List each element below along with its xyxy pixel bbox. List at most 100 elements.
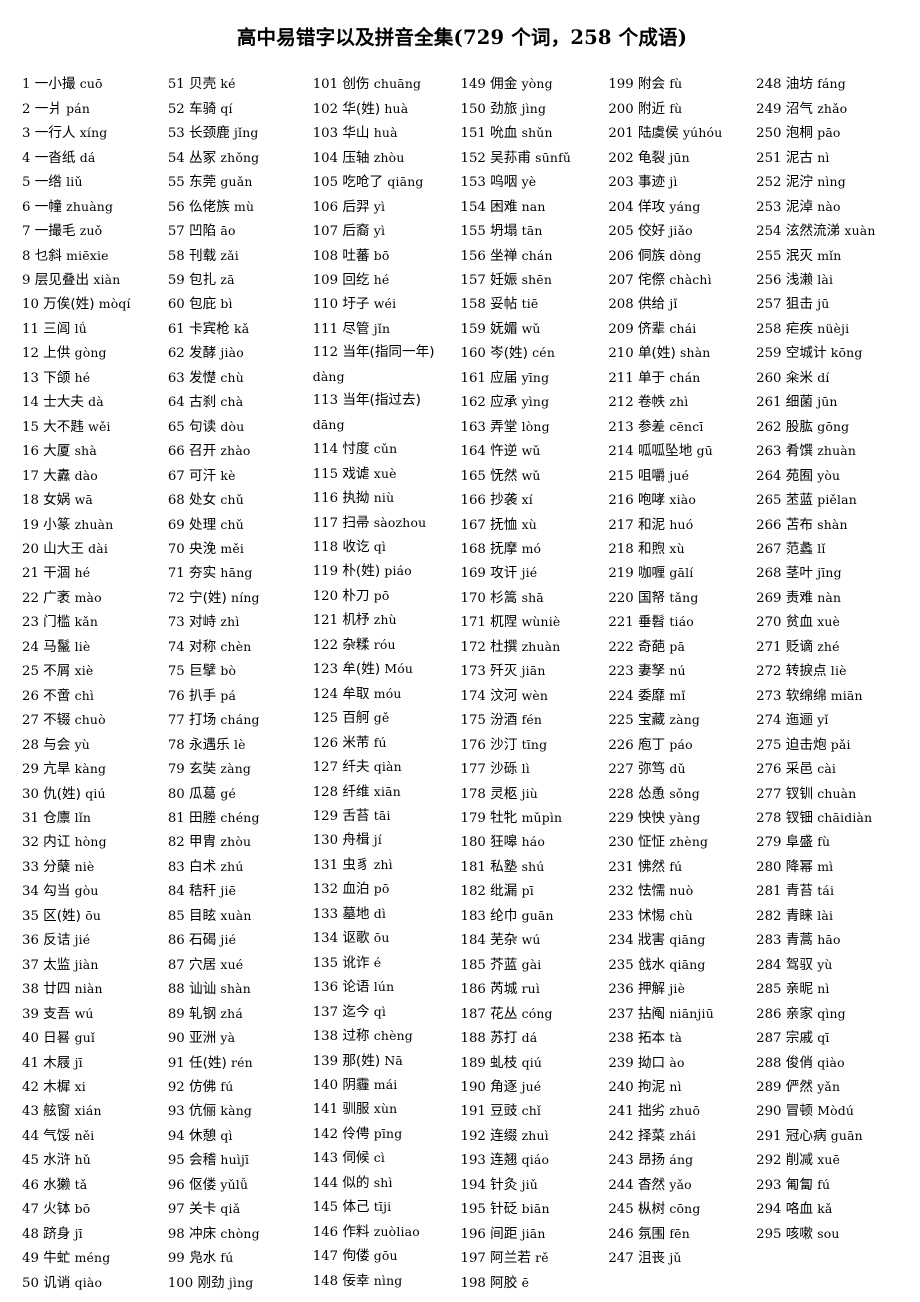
entry-word: 怵惕 xyxy=(637,907,666,924)
dictionary-entry: 108 吐蕃 bō xyxy=(313,244,457,268)
entry-number: 243 xyxy=(608,1153,634,1169)
entry-number: 110 xyxy=(312,297,339,313)
entry-word: 降幂 xyxy=(785,858,813,875)
dictionary-entry: 32 内讧 hòng xyxy=(22,830,164,854)
dictionary-entry: 281 青苔 tái xyxy=(756,879,898,903)
entry-number: 240 xyxy=(608,1079,634,1095)
dictionary-entry: 150 劲旅 jìng xyxy=(461,97,605,121)
entry-number: 254 xyxy=(756,224,782,240)
entry-number: 6 xyxy=(22,199,31,215)
dictionary-entry: 127 纤夫 qiàn xyxy=(313,755,457,779)
entry-word: 不屑 xyxy=(43,663,71,680)
entry-word: 抚摩 xyxy=(490,540,518,557)
entry-pinyin: tái xyxy=(817,883,835,899)
entry-word: 后裔 xyxy=(342,223,370,240)
entry-number: 163 xyxy=(460,419,486,435)
dictionary-entry: 101 创伤 chuāng xyxy=(313,72,457,96)
entry-pinyin: tà xyxy=(669,1030,683,1046)
entry-word: 石碣 xyxy=(189,932,217,949)
dictionary-entry: 164 忤逆 wǔ xyxy=(461,439,605,463)
dictionary-entry: 23 门槛 kǎn xyxy=(22,610,164,634)
entry-pinyin: yǎn xyxy=(817,1078,841,1094)
entry-number: 239 xyxy=(608,1055,634,1071)
entry-pinyin: mào xyxy=(74,589,102,605)
entry-pinyin: qī xyxy=(817,1030,830,1046)
entry-pinyin: guǐ xyxy=(74,1030,96,1046)
entry-pinyin: gōng xyxy=(817,418,850,434)
entry-pinyin: rén xyxy=(231,1054,253,1070)
entry-pinyin: xiè xyxy=(74,663,94,679)
entry-number: 227 xyxy=(608,762,634,778)
dictionary-entry: 84 秸秆 jiē xyxy=(168,879,309,903)
entry-pinyin: hǔ xyxy=(74,1152,91,1168)
entry-word: 弄堂 xyxy=(490,418,518,435)
entry-number: 195 xyxy=(460,1202,486,1218)
dictionary-entry: 250 泡桐 pāo xyxy=(756,121,898,145)
dictionary-entry: 213 参差 cēncī xyxy=(608,415,752,439)
dictionary-entry: 88 讪讪 shàn xyxy=(168,977,309,1001)
dictionary-entry: 128 纤维 xiān xyxy=(313,780,457,804)
dictionary-entry: 198 阿胶 ē xyxy=(461,1271,605,1295)
entry-word: 呜咽 xyxy=(490,174,518,191)
entry-word: 气馁 xyxy=(43,1127,71,1144)
dictionary-entry: 122 杂糅 róu xyxy=(313,633,457,657)
entry-number: 207 xyxy=(608,273,634,288)
entry-pinyin: tiē xyxy=(521,296,539,312)
entry-word: 歼灭 xyxy=(490,663,518,680)
entry-word: 讥诮 xyxy=(43,1274,71,1291)
entry-word: 马鬣 xyxy=(43,638,71,655)
dictionary-entry: 45 水浒 hǔ xyxy=(22,1148,164,1172)
entry-word: 杌陧 xyxy=(490,614,518,631)
entry-number: 200 xyxy=(608,101,634,117)
entry-pinyin: cēncī xyxy=(669,418,704,434)
entry-word: 休憩 xyxy=(189,1127,217,1144)
dictionary-entry: 129 舌苔 tāi xyxy=(313,804,457,828)
entry-pinyin: qiú xyxy=(521,1054,543,1070)
dictionary-entry: 119 朴(姓) piáo xyxy=(313,559,457,583)
entry-word: 瓜葛 xyxy=(189,785,217,802)
entry-number: 146 xyxy=(312,1224,339,1240)
entry-pinyin: hòng xyxy=(74,834,107,850)
dictionary-entry: 218 和煦 xù xyxy=(608,537,752,561)
dictionary-entry: 268 茎叶 jīng xyxy=(756,561,898,585)
dictionary-entry: 157 妊娠 shēn xyxy=(461,268,605,292)
entry-number: 291 xyxy=(756,1128,782,1144)
entry-pinyin: hé xyxy=(74,565,91,581)
entry-pinyin: mǐ xyxy=(669,687,686,703)
entry-pinyin: qì xyxy=(373,1003,387,1019)
dictionary-entry: 113 当年(指过去) dāng xyxy=(313,389,457,437)
dictionary-entry: 162 应承 yìng xyxy=(461,390,605,414)
entry-number: 160 xyxy=(460,346,486,362)
entry-number: 41 xyxy=(22,1055,39,1071)
dictionary-entry: 212 卷帙 zhì xyxy=(608,390,752,414)
entry-word: 秸秆 xyxy=(189,883,217,900)
entry-pinyin: chǔ xyxy=(220,492,244,508)
dictionary-entry: 240 拘泥 nì xyxy=(608,1075,752,1099)
dictionary-entry: 254 泫然流涕 xuàn xyxy=(756,219,898,243)
entry-word: 呱呱坠地 xyxy=(637,443,693,460)
dictionary-entry: 223 妻孥 nú xyxy=(608,659,752,683)
entry-number: 238 xyxy=(608,1031,634,1047)
entry-word: 不啻 xyxy=(43,687,71,704)
entry-word: 伛偻 xyxy=(189,1176,217,1193)
dictionary-entry: 116 执拗 niù xyxy=(313,486,457,510)
dictionary-entry: 173 歼灭 jiān xyxy=(461,659,605,683)
dictionary-entry: 279 阜盛 fù xyxy=(756,830,898,854)
entry-word: 当年(指同一年) xyxy=(342,344,435,361)
entry-word: 对峙 xyxy=(189,614,217,631)
entry-number: 94 xyxy=(167,1128,185,1144)
entry-number: 172 xyxy=(460,639,486,655)
entry-pinyin: chì xyxy=(74,687,95,703)
entry-number: 104 xyxy=(312,150,339,166)
entry-word: 扫帚 xyxy=(342,514,370,531)
entry-pinyin: liǔ xyxy=(66,174,83,190)
entry-pinyin: fáng xyxy=(817,76,846,92)
entry-word: 扒手 xyxy=(189,687,217,704)
entry-word: 茎叶 xyxy=(785,565,813,582)
entry-pinyin: xiān xyxy=(373,783,401,799)
dictionary-entry: 25 不屑 xiè xyxy=(22,659,164,683)
dictionary-entry: 265 苤蓝 piělan xyxy=(756,488,898,512)
dictionary-entry: 151 吮血 shǔn xyxy=(461,121,605,145)
entry-number: 282 xyxy=(756,908,782,924)
entry-word: 太监 xyxy=(43,956,71,973)
